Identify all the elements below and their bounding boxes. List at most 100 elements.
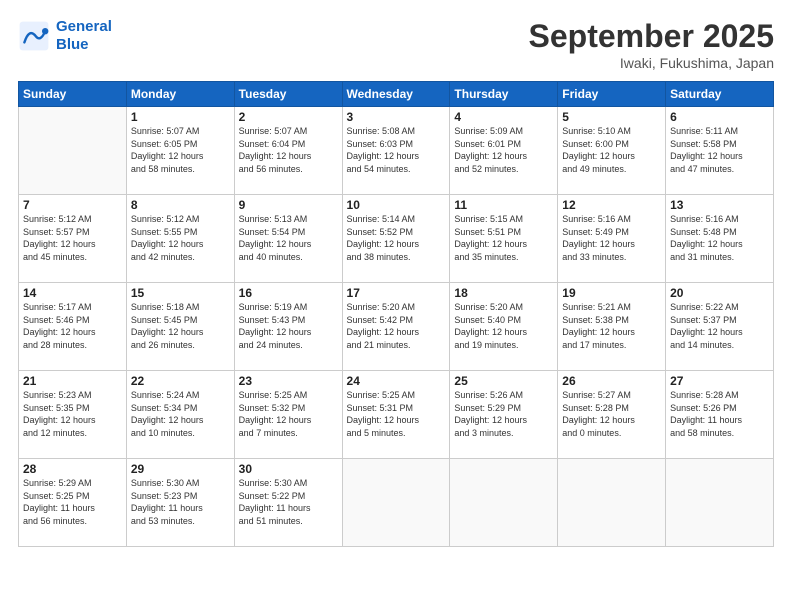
day-info: Sunrise: 5:17 AM Sunset: 5:46 PM Dayligh… bbox=[23, 301, 122, 351]
calendar-cell: 2Sunrise: 5:07 AM Sunset: 6:04 PM Daylig… bbox=[234, 107, 342, 195]
day-info: Sunrise: 5:24 AM Sunset: 5:34 PM Dayligh… bbox=[131, 389, 230, 439]
week-row-3: 21Sunrise: 5:23 AM Sunset: 5:35 PM Dayli… bbox=[19, 371, 774, 459]
weekday-header-thursday: Thursday bbox=[450, 82, 558, 107]
day-number: 6 bbox=[670, 110, 769, 124]
day-number: 5 bbox=[562, 110, 661, 124]
weekday-header-saturday: Saturday bbox=[666, 82, 774, 107]
day-info: Sunrise: 5:21 AM Sunset: 5:38 PM Dayligh… bbox=[562, 301, 661, 351]
day-number: 28 bbox=[23, 462, 122, 476]
calendar-cell: 30Sunrise: 5:30 AM Sunset: 5:22 PM Dayli… bbox=[234, 459, 342, 547]
day-number: 16 bbox=[239, 286, 338, 300]
day-number: 21 bbox=[23, 374, 122, 388]
calendar-cell: 19Sunrise: 5:21 AM Sunset: 5:38 PM Dayli… bbox=[558, 283, 666, 371]
day-number: 19 bbox=[562, 286, 661, 300]
week-row-1: 7Sunrise: 5:12 AM Sunset: 5:57 PM Daylig… bbox=[19, 195, 774, 283]
calendar-cell: 27Sunrise: 5:28 AM Sunset: 5:26 PM Dayli… bbox=[666, 371, 774, 459]
calendar-cell: 22Sunrise: 5:24 AM Sunset: 5:34 PM Dayli… bbox=[126, 371, 234, 459]
calendar-cell: 7Sunrise: 5:12 AM Sunset: 5:57 PM Daylig… bbox=[19, 195, 127, 283]
day-number: 24 bbox=[347, 374, 446, 388]
calendar-cell: 24Sunrise: 5:25 AM Sunset: 5:31 PM Dayli… bbox=[342, 371, 450, 459]
day-number: 23 bbox=[239, 374, 338, 388]
day-number: 17 bbox=[347, 286, 446, 300]
day-number: 8 bbox=[131, 198, 230, 212]
day-number: 27 bbox=[670, 374, 769, 388]
day-info: Sunrise: 5:12 AM Sunset: 5:57 PM Dayligh… bbox=[23, 213, 122, 263]
calendar-cell: 4Sunrise: 5:09 AM Sunset: 6:01 PM Daylig… bbox=[450, 107, 558, 195]
calendar-cell: 17Sunrise: 5:20 AM Sunset: 5:42 PM Dayli… bbox=[342, 283, 450, 371]
day-info: Sunrise: 5:19 AM Sunset: 5:43 PM Dayligh… bbox=[239, 301, 338, 351]
calendar-cell: 15Sunrise: 5:18 AM Sunset: 5:45 PM Dayli… bbox=[126, 283, 234, 371]
logo: General Blue bbox=[18, 18, 112, 54]
calendar-cell bbox=[558, 459, 666, 547]
calendar-cell: 29Sunrise: 5:30 AM Sunset: 5:23 PM Dayli… bbox=[126, 459, 234, 547]
calendar-cell: 21Sunrise: 5:23 AM Sunset: 5:35 PM Dayli… bbox=[19, 371, 127, 459]
weekday-header-wednesday: Wednesday bbox=[342, 82, 450, 107]
day-number: 20 bbox=[670, 286, 769, 300]
day-number: 26 bbox=[562, 374, 661, 388]
calendar-cell: 25Sunrise: 5:26 AM Sunset: 5:29 PM Dayli… bbox=[450, 371, 558, 459]
weekday-header-friday: Friday bbox=[558, 82, 666, 107]
weekday-header-monday: Monday bbox=[126, 82, 234, 107]
day-number: 25 bbox=[454, 374, 553, 388]
calendar-cell: 9Sunrise: 5:13 AM Sunset: 5:54 PM Daylig… bbox=[234, 195, 342, 283]
weekday-header-row: SundayMondayTuesdayWednesdayThursdayFrid… bbox=[19, 82, 774, 107]
calendar-cell bbox=[19, 107, 127, 195]
calendar-cell: 11Sunrise: 5:15 AM Sunset: 5:51 PM Dayli… bbox=[450, 195, 558, 283]
month-title: September 2025 bbox=[529, 18, 774, 55]
day-info: Sunrise: 5:23 AM Sunset: 5:35 PM Dayligh… bbox=[23, 389, 122, 439]
calendar-cell bbox=[450, 459, 558, 547]
calendar-table: SundayMondayTuesdayWednesdayThursdayFrid… bbox=[18, 81, 774, 547]
day-number: 3 bbox=[347, 110, 446, 124]
header: General Blue September 2025 Iwaki, Fukus… bbox=[18, 18, 774, 71]
calendar-cell: 13Sunrise: 5:16 AM Sunset: 5:48 PM Dayli… bbox=[666, 195, 774, 283]
calendar-cell: 6Sunrise: 5:11 AM Sunset: 5:58 PM Daylig… bbox=[666, 107, 774, 195]
day-number: 29 bbox=[131, 462, 230, 476]
day-info: Sunrise: 5:09 AM Sunset: 6:01 PM Dayligh… bbox=[454, 125, 553, 175]
day-info: Sunrise: 5:30 AM Sunset: 5:23 PM Dayligh… bbox=[131, 477, 230, 527]
weekday-header-sunday: Sunday bbox=[19, 82, 127, 107]
day-info: Sunrise: 5:26 AM Sunset: 5:29 PM Dayligh… bbox=[454, 389, 553, 439]
weekday-header-tuesday: Tuesday bbox=[234, 82, 342, 107]
calendar-cell: 16Sunrise: 5:19 AM Sunset: 5:43 PM Dayli… bbox=[234, 283, 342, 371]
day-info: Sunrise: 5:27 AM Sunset: 5:28 PM Dayligh… bbox=[562, 389, 661, 439]
day-number: 30 bbox=[239, 462, 338, 476]
calendar-cell bbox=[342, 459, 450, 547]
day-info: Sunrise: 5:14 AM Sunset: 5:52 PM Dayligh… bbox=[347, 213, 446, 263]
day-number: 15 bbox=[131, 286, 230, 300]
calendar-cell: 10Sunrise: 5:14 AM Sunset: 5:52 PM Dayli… bbox=[342, 195, 450, 283]
calendar-cell: 23Sunrise: 5:25 AM Sunset: 5:32 PM Dayli… bbox=[234, 371, 342, 459]
day-info: Sunrise: 5:30 AM Sunset: 5:22 PM Dayligh… bbox=[239, 477, 338, 527]
day-number: 9 bbox=[239, 198, 338, 212]
calendar-cell: 20Sunrise: 5:22 AM Sunset: 5:37 PM Dayli… bbox=[666, 283, 774, 371]
week-row-2: 14Sunrise: 5:17 AM Sunset: 5:46 PM Dayli… bbox=[19, 283, 774, 371]
day-info: Sunrise: 5:08 AM Sunset: 6:03 PM Dayligh… bbox=[347, 125, 446, 175]
day-info: Sunrise: 5:15 AM Sunset: 5:51 PM Dayligh… bbox=[454, 213, 553, 263]
day-info: Sunrise: 5:16 AM Sunset: 5:48 PM Dayligh… bbox=[670, 213, 769, 263]
calendar-cell: 28Sunrise: 5:29 AM Sunset: 5:25 PM Dayli… bbox=[19, 459, 127, 547]
day-number: 14 bbox=[23, 286, 122, 300]
calendar-cell: 8Sunrise: 5:12 AM Sunset: 5:55 PM Daylig… bbox=[126, 195, 234, 283]
location-subtitle: Iwaki, Fukushima, Japan bbox=[529, 55, 774, 71]
day-number: 7 bbox=[23, 198, 122, 212]
day-info: Sunrise: 5:10 AM Sunset: 6:00 PM Dayligh… bbox=[562, 125, 661, 175]
calendar-cell: 1Sunrise: 5:07 AM Sunset: 6:05 PM Daylig… bbox=[126, 107, 234, 195]
week-row-4: 28Sunrise: 5:29 AM Sunset: 5:25 PM Dayli… bbox=[19, 459, 774, 547]
calendar-cell: 5Sunrise: 5:10 AM Sunset: 6:00 PM Daylig… bbox=[558, 107, 666, 195]
day-info: Sunrise: 5:25 AM Sunset: 5:32 PM Dayligh… bbox=[239, 389, 338, 439]
day-number: 22 bbox=[131, 374, 230, 388]
day-info: Sunrise: 5:20 AM Sunset: 5:40 PM Dayligh… bbox=[454, 301, 553, 351]
day-info: Sunrise: 5:16 AM Sunset: 5:49 PM Dayligh… bbox=[562, 213, 661, 263]
day-info: Sunrise: 5:07 AM Sunset: 6:05 PM Dayligh… bbox=[131, 125, 230, 175]
day-number: 12 bbox=[562, 198, 661, 212]
calendar-cell bbox=[666, 459, 774, 547]
day-number: 4 bbox=[454, 110, 553, 124]
day-info: Sunrise: 5:22 AM Sunset: 5:37 PM Dayligh… bbox=[670, 301, 769, 351]
day-info: Sunrise: 5:12 AM Sunset: 5:55 PM Dayligh… bbox=[131, 213, 230, 263]
day-number: 2 bbox=[239, 110, 338, 124]
calendar-cell: 12Sunrise: 5:16 AM Sunset: 5:49 PM Dayli… bbox=[558, 195, 666, 283]
calendar-cell: 18Sunrise: 5:20 AM Sunset: 5:40 PM Dayli… bbox=[450, 283, 558, 371]
day-number: 13 bbox=[670, 198, 769, 212]
day-number: 18 bbox=[454, 286, 553, 300]
day-number: 11 bbox=[454, 198, 553, 212]
day-info: Sunrise: 5:29 AM Sunset: 5:25 PM Dayligh… bbox=[23, 477, 122, 527]
